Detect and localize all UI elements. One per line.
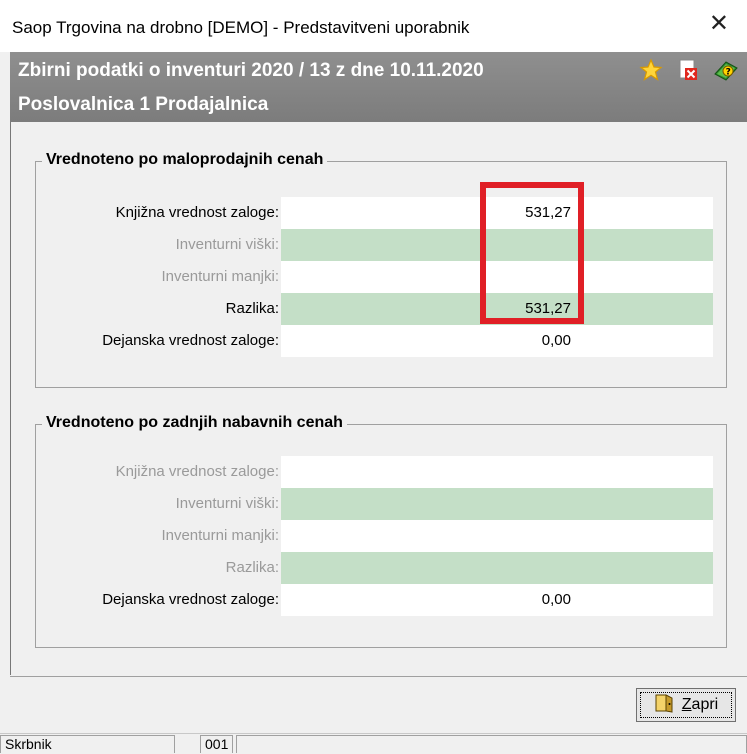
svg-text:?: ? — [726, 68, 731, 78]
book-help-icon[interactable]: ? — [713, 58, 739, 87]
status-bar: Skrbnik 001 — [0, 733, 747, 754]
highlight-annotation — [480, 182, 584, 324]
header-subtitle: Poslovalnica 1 Prodajalnica — [18, 94, 269, 115]
row-label: Dejanska vrednost zaloge: — [102, 591, 279, 608]
divider — [10, 676, 747, 677]
group-purchase-prices: Vrednoteno po zadnjih nabavnih cenah Knj… — [35, 414, 727, 648]
row-label: Knjižna vrednost zaloge: — [115, 463, 279, 480]
star-icon[interactable] — [639, 58, 663, 87]
row-label: Knjižna vrednost zaloge: — [115, 204, 279, 221]
row-label: Dejanska vrednost zaloge: — [102, 332, 279, 349]
pdf-delete-icon[interactable] — [677, 58, 699, 87]
row-label: Razlika: — [225, 300, 279, 317]
title-bar: Saop Trgovina na drobno [DEMO] - Predsta… — [0, 0, 747, 52]
close-button[interactable]: Zapri — [636, 688, 736, 722]
group-retail-legend: Vrednoteno po maloprodajnih cenah — [42, 151, 328, 169]
row-label: Inventurni manjki: — [161, 268, 279, 285]
value-field[interactable] — [281, 552, 713, 584]
close-window-icon[interactable]: ✕ — [709, 12, 729, 36]
group-purchase-legend: Vrednoteno po zadnjih nabavnih cenah — [42, 414, 347, 432]
row-label: Inventurni manjki: — [161, 527, 279, 544]
content-panel: Vrednoteno po maloprodajnih cenah Knjižn… — [10, 122, 747, 675]
status-user: Skrbnik — [0, 735, 175, 753]
value-text: 0,00 — [541, 591, 571, 608]
row-label: Inventurni viški: — [175, 236, 279, 253]
row-label: Razlika: — [225, 559, 279, 576]
app-window: Saop Trgovina na drobno [DEMO] - Predsta… — [0, 0, 747, 754]
value-field[interactable]: 0,00 — [281, 325, 713, 357]
window-title: Saop Trgovina na drobno [DEMO] - Predsta… — [12, 18, 470, 37]
status-code: 001 — [200, 735, 233, 753]
value-field[interactable] — [281, 456, 713, 488]
header-title: Zbirni podatki o inventuri 2020 / 13 z d… — [18, 60, 484, 81]
value-text: 0,00 — [541, 332, 571, 349]
status-extra — [236, 735, 747, 753]
header-toolbar: ? — [639, 58, 739, 87]
door-exit-icon — [654, 693, 676, 718]
document-header: Zbirni podatki o inventuri 2020 / 13 z d… — [10, 52, 747, 122]
group-retail-prices: Vrednoteno po maloprodajnih cenah Knjižn… — [35, 151, 727, 388]
value-field[interactable] — [281, 488, 713, 520]
value-field[interactable] — [281, 520, 713, 552]
row-label: Inventurni viški: — [175, 495, 279, 512]
value-field[interactable]: 0,00 — [281, 584, 713, 616]
close-button-label: Zapri — [681, 696, 719, 713]
